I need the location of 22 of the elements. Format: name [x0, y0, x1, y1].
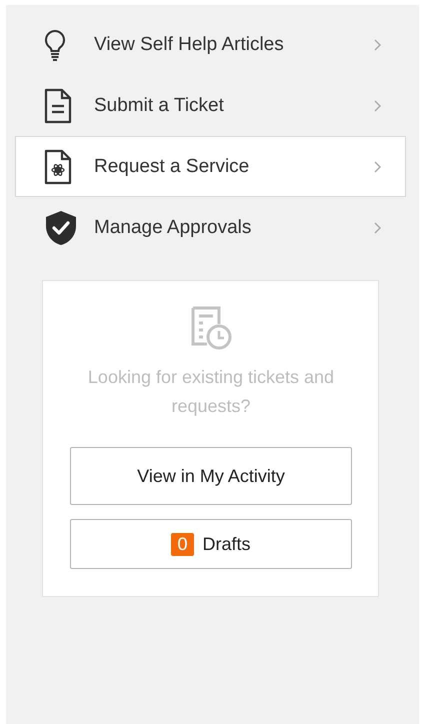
menu-label: Request a Service: [94, 156, 250, 178]
chevron-icon: [374, 100, 381, 112]
empty-state-message: Looking for existing tickets and requests?: [86, 366, 336, 418]
menu-item[interactable]: Submit a Ticket: [15, 75, 406, 136]
count-badge: 0: [171, 532, 194, 556]
menu-item[interactable]: Request a Service: [15, 136, 406, 197]
menu-item[interactable]: View Self Help Articles: [15, 14, 406, 75]
document-icon: [44, 88, 72, 124]
my-activity-button[interactable]: View in My Activity: [70, 447, 352, 505]
menu-label: View Self Help Articles: [94, 34, 285, 56]
shield-check-icon: [44, 210, 78, 246]
document-clock-icon: [189, 305, 233, 351]
menu-label: Submit a Ticket: [94, 94, 225, 116]
drafts-label: Drafts: [202, 534, 251, 554]
chevron-icon: [374, 160, 381, 172]
chevron-icon: [374, 222, 381, 234]
document-gear-icon: [44, 148, 72, 184]
menu-label: Manage Approvals: [94, 216, 252, 238]
chevron-icon: [374, 38, 381, 50]
drafts-button[interactable]: 0 Drafts: [70, 519, 352, 569]
menu-item[interactable]: Manage Approvals: [15, 197, 406, 258]
lightbulb-icon: [44, 28, 66, 60]
